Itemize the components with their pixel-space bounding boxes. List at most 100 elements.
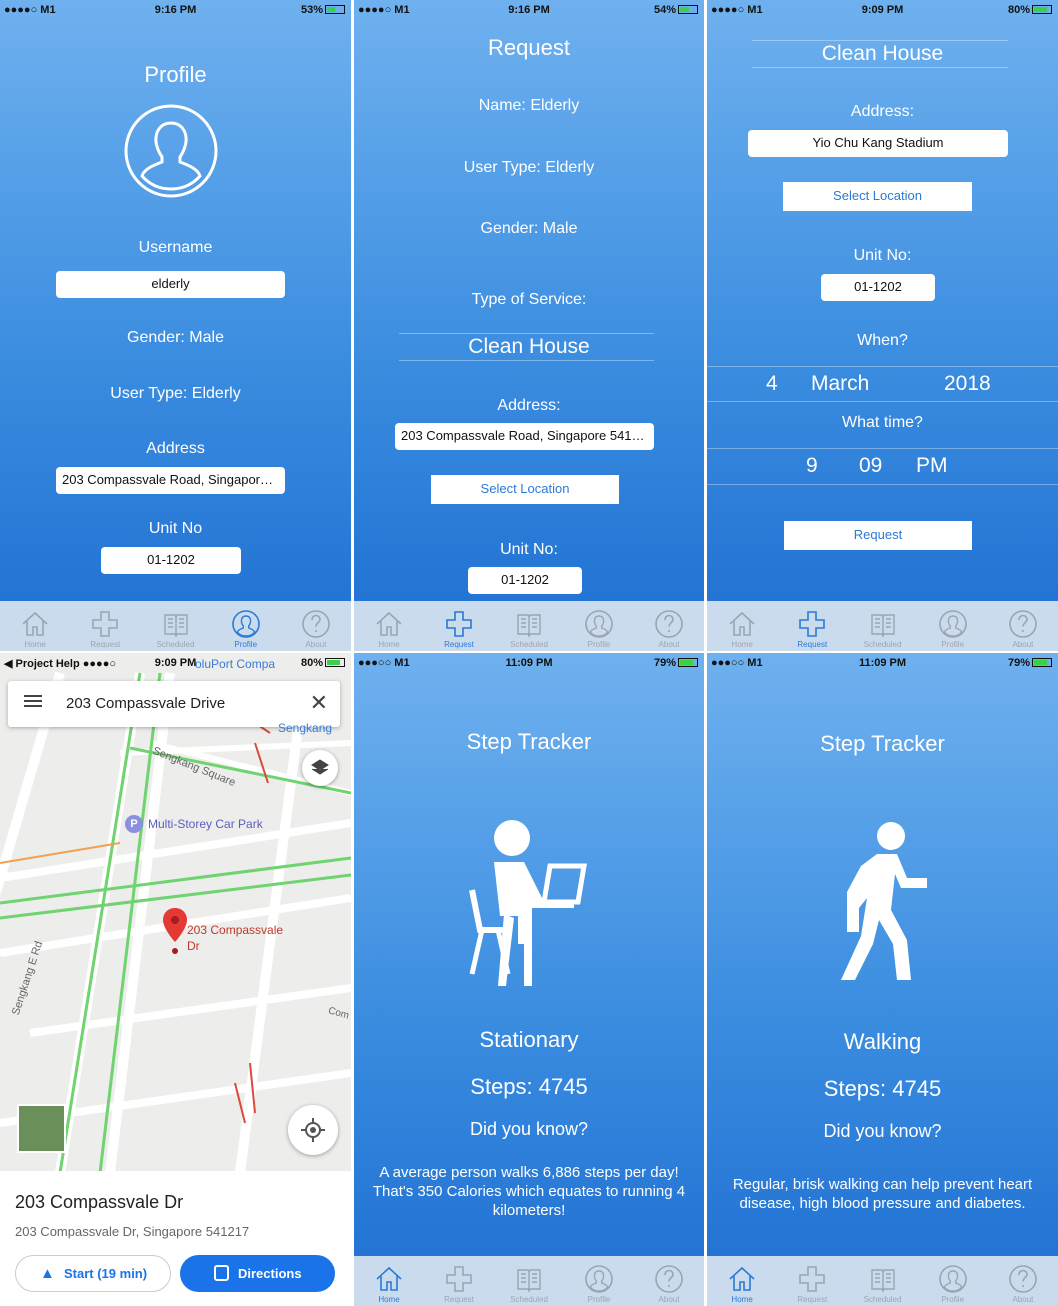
gender-text: Gender: Male — [480, 220, 578, 237]
walking-person-icon — [841, 822, 927, 980]
step-tracker-stationary-screen: ●●●○○ M1 11:09 PM 79% Step Tracker Stati… — [354, 653, 704, 1306]
map-label-car-park: Multi-Storey Car Park — [148, 817, 263, 831]
tab-profile[interactable]: Profile — [211, 601, 281, 651]
screenshot-grid: ●●●●○ M1 9:16 PM 53% Profile Username el… — [0, 0, 1058, 1306]
home-icon — [729, 1266, 755, 1291]
tab-scheduled[interactable]: Scheduled — [494, 601, 564, 651]
date-year[interactable]: 2018 — [944, 372, 991, 396]
tab-about[interactable]: About — [634, 1256, 704, 1306]
service-label: Type of Service: — [471, 291, 587, 308]
date-day[interactable]: 4 — [766, 372, 778, 396]
profile-screen: ●●●●○ M1 9:16 PM 53% Profile Username el… — [0, 0, 351, 651]
address-label: Address: — [497, 397, 561, 414]
time-picker[interactable]: 9 09 PM — [707, 454, 1058, 482]
start-button[interactable]: ▲ Start (19 min) — [15, 1255, 171, 1292]
tab-request[interactable]: Request — [424, 1256, 494, 1306]
tab-home[interactable]: Home — [0, 601, 70, 651]
my-location-button[interactable] — [288, 1105, 338, 1155]
tab-profile[interactable]: Profile — [918, 1256, 988, 1306]
date-picker[interactable]: 4 March 2018 — [707, 372, 1058, 400]
step-count: Steps: 4745 — [470, 1074, 588, 1099]
map-label-sengkang: Sengkang — [278, 721, 333, 735]
book-icon — [517, 614, 541, 638]
person-at-computer-icon — [469, 820, 587, 986]
username-label: Username — [138, 239, 213, 256]
tab-profile[interactable]: Profile — [564, 601, 634, 651]
request-button[interactable]: Request — [784, 521, 972, 550]
select-location-button[interactable]: Select Location — [783, 182, 972, 211]
time-hour[interactable]: 9 — [806, 454, 818, 478]
tab-request[interactable]: Request — [70, 601, 140, 651]
tab-home[interactable]: Home — [354, 1256, 424, 1306]
fact-text: A average person walks 6,886 steps per d… — [372, 1164, 686, 1219]
unit-field[interactable]: 01-1202 — [821, 274, 935, 301]
address-field[interactable]: 203 Compassvale Road, Singapore 541203 — [395, 423, 654, 450]
service-picker[interactable]: Clean House — [354, 335, 704, 359]
clock: 9:09 PM — [861, 4, 904, 16]
search-text[interactable]: 203 Compassvale Drive — [66, 695, 225, 712]
page-title: Step Tracker — [820, 731, 945, 756]
address-field[interactable]: 203 Compassvale Road, Singapore 541203 — [56, 467, 285, 494]
tab-scheduled[interactable]: Scheduled — [847, 601, 917, 651]
battery: 80% — [1008, 4, 1052, 16]
select-location-button[interactable]: Select Location — [431, 475, 619, 504]
profile-icon — [585, 610, 613, 638]
tab-profile[interactable]: Profile — [918, 601, 988, 651]
layers-button[interactable] — [302, 750, 338, 786]
book-icon — [870, 1269, 895, 1293]
divider — [707, 484, 1058, 485]
time-minute[interactable]: 09 — [859, 454, 882, 478]
question-icon — [1009, 610, 1037, 638]
crosshair-icon — [301, 1118, 325, 1142]
close-icon[interactable]: ✕ — [310, 690, 328, 716]
navigation-arrow-icon: ▲ — [40, 1265, 55, 1282]
time-ampm[interactable]: PM — [916, 454, 948, 478]
divider — [752, 67, 1008, 68]
question-icon — [1009, 1265, 1037, 1293]
directions-button[interactable]: Directions — [180, 1255, 335, 1292]
page-title: Step Tracker — [466, 729, 592, 754]
question-icon — [655, 1265, 683, 1293]
status-bar: ●●●●○ M1 9:16 PM 53% — [0, 0, 351, 22]
tab-request[interactable]: Request — [777, 601, 847, 651]
layers-icon — [311, 759, 329, 775]
tab-home[interactable]: Home — [707, 1256, 777, 1306]
location-pin-icon[interactable] — [163, 908, 187, 954]
street-view-thumbnail[interactable] — [17, 1104, 66, 1153]
tab-scheduled[interactable]: Scheduled — [494, 1256, 564, 1306]
tab-about[interactable]: About — [988, 1256, 1058, 1306]
map-screen: ◀ Project Help ●●●●○ 9:09 PM 80% oluPort… — [0, 653, 351, 1306]
home-icon — [22, 611, 48, 636]
unit-field[interactable]: 01-1202 — [101, 547, 241, 574]
tab-home[interactable]: Home — [707, 601, 777, 651]
tab-about[interactable]: About — [634, 601, 704, 651]
unit-field[interactable]: 01-1202 — [468, 567, 582, 594]
name-text: Name: Elderly — [478, 97, 580, 114]
plus-icon — [799, 1266, 826, 1292]
tab-scheduled[interactable]: Scheduled — [140, 601, 210, 651]
plus-icon — [446, 1266, 472, 1292]
service-picker[interactable]: Clean House — [707, 42, 1058, 66]
place-card: 203 Compassvale Dr 203 Compassvale Dr, S… — [0, 1171, 351, 1306]
menu-icon[interactable] — [24, 695, 42, 697]
when-label: When? — [857, 332, 908, 349]
tab-request[interactable]: Request — [424, 601, 494, 651]
username-field[interactable]: elderly — [56, 271, 285, 298]
tab-home[interactable]: Home — [354, 601, 424, 651]
tab-about[interactable]: About — [988, 601, 1058, 651]
tab-request[interactable]: Request — [777, 1256, 847, 1306]
clock: 11:09 PM — [505, 657, 553, 669]
profile-icon — [938, 1265, 967, 1293]
tab-profile[interactable]: Profile — [564, 1256, 634, 1306]
tab-scheduled[interactable]: Scheduled — [847, 1256, 917, 1306]
address-field[interactable]: Yio Chu Kang Stadium — [748, 130, 1008, 157]
tab-about[interactable]: About — [281, 601, 351, 651]
divider — [707, 401, 1058, 402]
date-month[interactable]: March — [811, 372, 869, 396]
question-icon — [302, 610, 330, 638]
battery: 53% — [301, 4, 345, 16]
profile-icon — [231, 610, 260, 638]
home-icon — [729, 611, 755, 636]
activity-state: Stationary — [479, 1027, 579, 1052]
divider — [399, 360, 654, 361]
